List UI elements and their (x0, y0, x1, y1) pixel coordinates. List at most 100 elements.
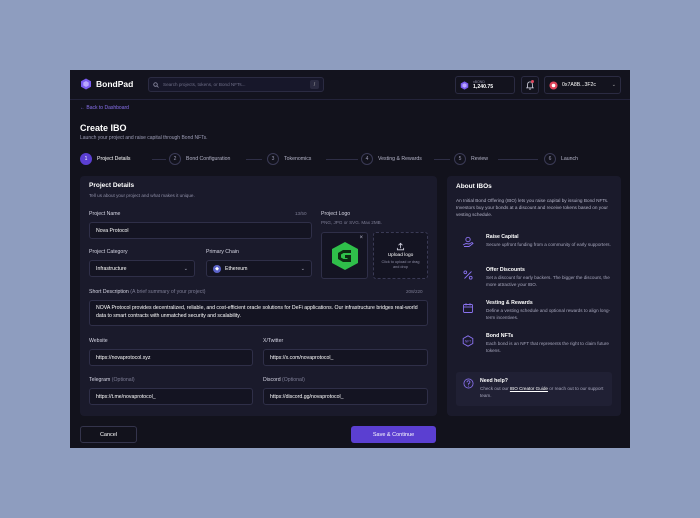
step-number: 6 (544, 153, 556, 165)
project-name-input[interactable]: Nova Protocol (89, 222, 312, 239)
step-connector (246, 159, 262, 160)
feature-title: Vesting & Rewards (486, 300, 533, 306)
step-vesting-rewards[interactable]: 4 Vesting & Rewards (361, 153, 422, 165)
step-label: Vesting & Rewards (378, 156, 422, 162)
project-details-card: Project Details Tell us about your proje… (80, 176, 437, 416)
calendar-icon (463, 303, 473, 313)
nft-icon: NFT (462, 335, 474, 347)
chevron-down-icon: ⌄ (183, 265, 188, 272)
step-review[interactable]: 5 Review (454, 153, 488, 165)
project-category-label: Project Category (89, 249, 128, 255)
search-input[interactable] (163, 82, 303, 87)
short-description-label: Short Description (A brief summary of yo… (89, 289, 206, 295)
about-ibos-panel: About IBOs An Initial Bond Offering (IBO… (447, 176, 621, 416)
logo[interactable]: BondPad (80, 78, 133, 90)
xbond-token-icon (460, 80, 469, 90)
upload-icon (396, 242, 405, 250)
discord-label: Discord (Optional) (263, 377, 305, 383)
help-box: Need help? Check out our IBO Creator Gui… (456, 372, 612, 406)
help-text-before: Check out our (480, 386, 510, 391)
ibo-creator-guide-link[interactable]: IBO Creator Guide (510, 386, 548, 391)
ethereum-icon: ◆ (213, 264, 221, 273)
step-tokenomics[interactable]: 3 Tokenomics (267, 153, 311, 165)
feature-description: Secure upfront funding from a community … (486, 242, 611, 247)
primary-chain-value: Ethereum (225, 265, 248, 272)
website-label: Website (89, 338, 108, 344)
xbond-balance[interactable]: xBOND 1,240.75 (455, 76, 515, 94)
question-icon (463, 378, 474, 389)
step-project-details[interactable]: 1 Project Details (80, 153, 130, 165)
page-title: Create IBO (80, 123, 127, 133)
cancel-button[interactable]: Cancel (80, 426, 137, 443)
card-title: Project Details (89, 182, 135, 189)
app-window: BondPad / xBOND 1,240.75 (70, 70, 630, 448)
step-number: 4 (361, 153, 373, 165)
optional-tag: (Optional) (111, 377, 135, 383)
svg-text:NFT: NFT (465, 340, 471, 344)
feature-title: Raise Capital (486, 234, 519, 240)
feature-description: Each bond is an NFT that represents the … (486, 341, 609, 353)
step-label: Review (471, 156, 489, 162)
short-description-label-text: Short Description (89, 289, 129, 295)
telegram-label: Telegram (Optional) (89, 377, 135, 383)
step-number: 5 (454, 153, 466, 165)
step-launch[interactable]: 6 Launch (544, 153, 578, 165)
upload-logo-dropzone[interactable]: Upload logo Click to upload or drag and … (373, 232, 428, 279)
notifications-button[interactable] (521, 76, 539, 94)
balance-value: 1,240.75 (473, 84, 494, 90)
nova-protocol-logo-icon (331, 241, 358, 270)
discord-label-text: Discord (263, 377, 281, 383)
card-subtitle: Tell us about your project and what make… (89, 193, 195, 198)
twitter-input[interactable]: https://x.com/novaprotocol_ (263, 349, 428, 366)
feature-description: Set a discount for early backers. The bi… (486, 275, 610, 287)
primary-chain-label: Primary Chain (206, 249, 239, 255)
step-label: Bond Configuration (186, 156, 231, 162)
discord-input[interactable]: https://discord.gg/novaprotocol_ (263, 388, 428, 405)
step-connector (152, 159, 166, 160)
website-input[interactable]: https://novaprotocol.xyz (89, 349, 253, 366)
step-bond-configuration[interactable]: 2 Bond Configuration (169, 153, 230, 165)
telegram-input[interactable]: https://t.me/novaprotocol_ (89, 388, 253, 405)
step-connector (434, 159, 450, 160)
progress-stepper: 1 Project Details 2 Bond Configuration 3… (80, 153, 590, 167)
project-name-value: Nova Protocol (96, 227, 129, 234)
search-shortcut-key: / (310, 80, 319, 89)
feature-description: Define a vesting schedule and optional r… (486, 308, 611, 320)
help-title: Need help? (480, 378, 508, 384)
short-description-hint: (A brief summary of your project) (130, 289, 206, 295)
step-number: 3 (267, 153, 279, 165)
upload-logo-label: Upload logo (387, 252, 414, 258)
project-category-select[interactable]: Infrastructure ⌄ (89, 260, 195, 277)
help-text: Check out our IBO Creator Guide or reach… (480, 386, 608, 399)
logo-preview: × (321, 232, 368, 279)
wallet-button[interactable]: 0x7A8B...3F2c ⌄ (544, 76, 621, 94)
search-bar[interactable]: / (148, 77, 324, 92)
discord-value: https://discord.gg/novaprotocol_ (270, 393, 344, 400)
feature-title: Bond NFTs (486, 333, 514, 339)
feature-title: Offer Discounts (486, 267, 525, 273)
project-name-counter: 13/50 (295, 211, 307, 216)
back-label: Back to Dashboard (86, 105, 129, 111)
short-description-value: NOVA Protocol provides decentralized, re… (96, 305, 418, 319)
back-to-dashboard-link[interactable]: ← Back to Dashboard (80, 105, 129, 111)
step-connector (326, 159, 358, 160)
notification-dot (531, 80, 534, 83)
arrow-left-icon: ← (80, 105, 85, 111)
about-title: About IBOs (456, 183, 492, 190)
save-continue-button[interactable]: Save & Continue (351, 426, 436, 443)
step-number: 2 (169, 153, 181, 165)
wallet-address: 0x7A8B...3F2c (562, 82, 597, 88)
twitter-value: https://x.com/novaprotocol_ (270, 354, 334, 361)
primary-chain-select[interactable]: ◆ Ethereum ⌄ (206, 260, 312, 277)
step-connector (498, 159, 538, 160)
short-description-textarea[interactable]: NOVA Protocol provides decentralized, re… (89, 300, 428, 326)
app-name: BondPad (96, 79, 134, 89)
upload-logo-hint: Click to upload or drag and drop (381, 259, 420, 269)
optional-tag: (Optional) (282, 377, 305, 383)
page-subtitle: Launch your project and raise capital th… (80, 135, 208, 141)
twitter-label: X/Twitter (263, 338, 284, 344)
step-label: Tokenomics (284, 156, 312, 162)
project-logo-hint: PNG, JPG or SVG. Max 2MB. (321, 220, 383, 225)
remove-logo-icon[interactable]: × (359, 235, 363, 241)
bondpad-logo-icon (81, 78, 91, 90)
